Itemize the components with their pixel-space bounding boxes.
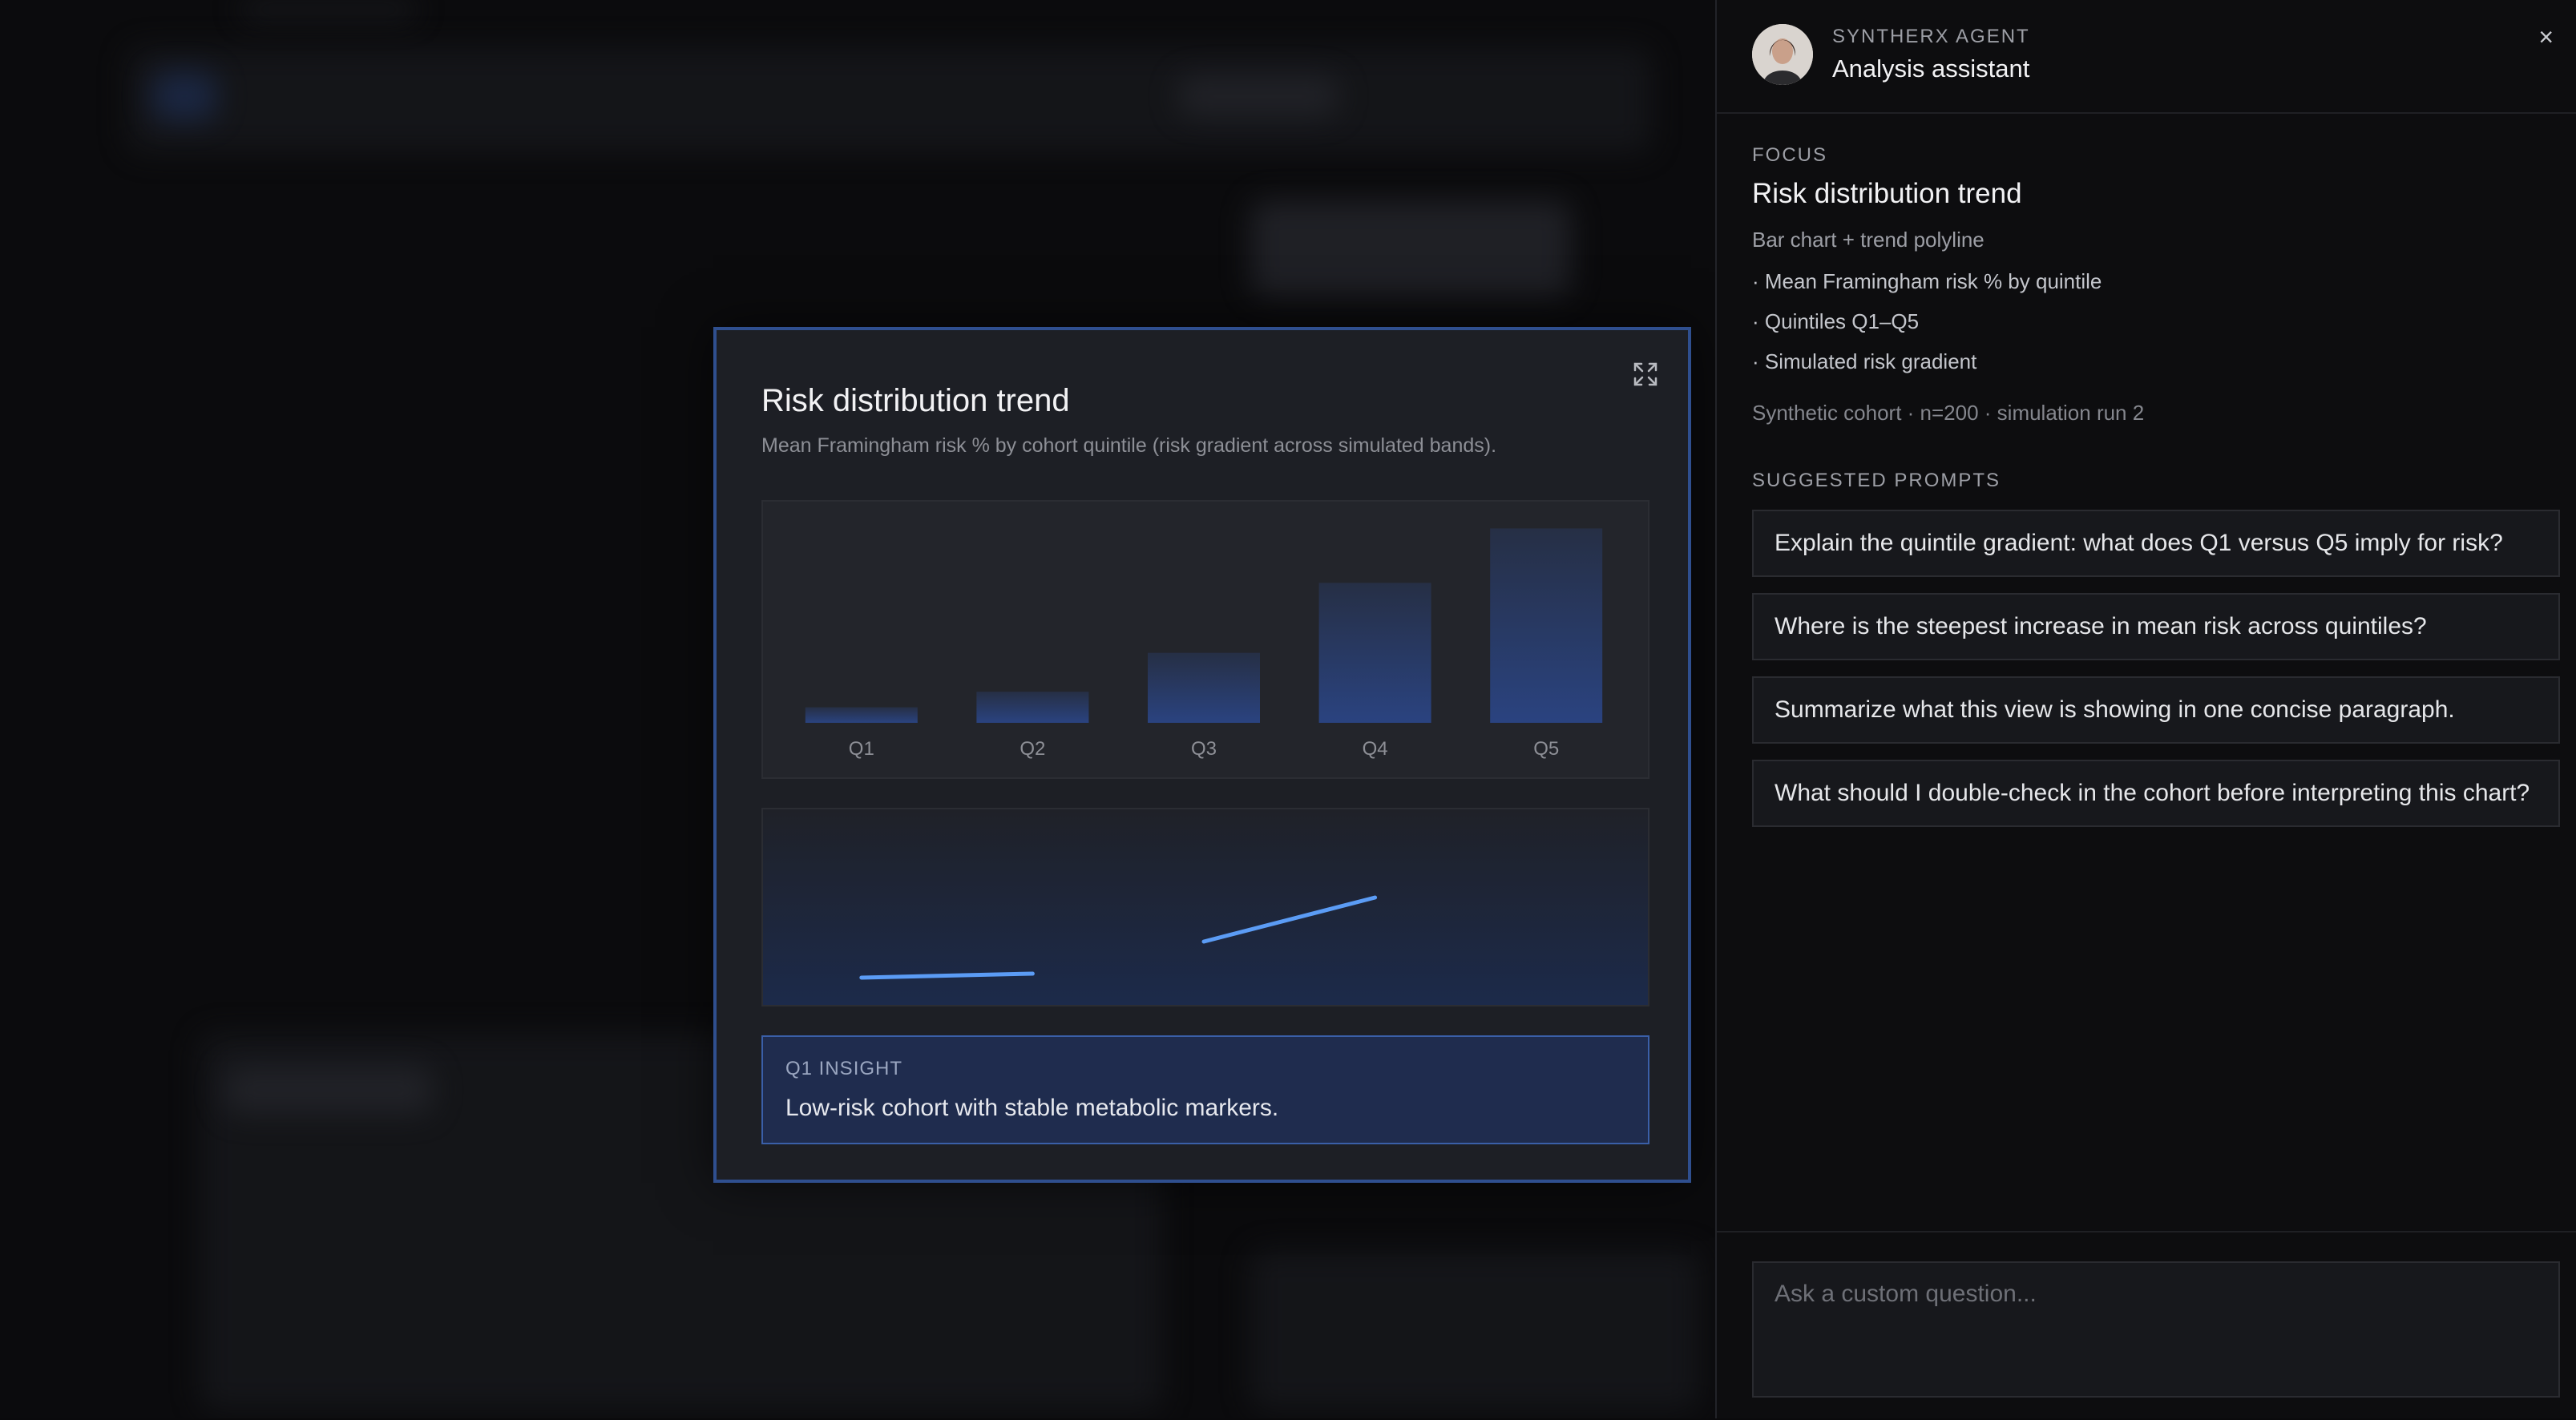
panel-header: SYNTHERX AGENT Analysis assistant × bbox=[1717, 0, 2576, 114]
bar-tick-label: Q5 bbox=[1533, 738, 1559, 760]
bar-q3[interactable] bbox=[1148, 652, 1260, 723]
modal-subtitle: Mean Framingham risk % by cohort quintil… bbox=[761, 434, 1497, 457]
suggested-prompt[interactable]: Where is the steepest increase in mean r… bbox=[1752, 593, 2560, 660]
suggested-prompt[interactable]: What should I double-check in the cohort… bbox=[1752, 760, 2560, 827]
bar-q1[interactable] bbox=[805, 707, 918, 723]
bar-tick-label: Q3 bbox=[1191, 738, 1217, 760]
bar-q4[interactable] bbox=[1318, 583, 1431, 723]
bg-blur bbox=[128, 48, 1651, 152]
focus-bullet: · Simulated risk gradient bbox=[1752, 349, 1977, 373]
prompts-label: SUGGESTED PROMPTS bbox=[1752, 470, 2001, 491]
bg-blur bbox=[1250, 1250, 1699, 1410]
focus-bullet: · Quintiles Q1–Q5 bbox=[1752, 309, 1920, 333]
bar-tick-label: Q1 bbox=[849, 738, 874, 760]
cohort-meta: Synthetic cohort · n=200 · simulation ru… bbox=[1752, 401, 2145, 425]
bg-blur bbox=[1178, 76, 1338, 116]
bg-blur bbox=[224, 1066, 433, 1114]
avatar bbox=[1752, 24, 1813, 85]
close-icon[interactable]: × bbox=[2538, 22, 2554, 52]
insight-label: Q1 INSIGHT bbox=[785, 1058, 903, 1079]
bar-q5[interactable] bbox=[1490, 528, 1603, 723]
assistant-panel: SYNTHERX AGENT Analysis assistant × FOCU… bbox=[1715, 0, 2576, 1418]
trend-chart bbox=[761, 808, 1649, 1007]
bg-blur bbox=[1250, 200, 1571, 297]
trend-segment-1 bbox=[859, 971, 1035, 980]
agent-name: Analysis assistant bbox=[1832, 54, 2030, 83]
panel-footer bbox=[1717, 1231, 2576, 1420]
trend-chart-svg bbox=[859, 895, 1378, 980]
suggested-prompt[interactable]: Explain the quintile gradient: what does… bbox=[1752, 510, 2560, 577]
bar-tick-label: Q2 bbox=[1019, 738, 1045, 760]
chart-modal: Risk distribution trend Mean Framingham … bbox=[713, 327, 1691, 1183]
custom-question-input[interactable] bbox=[1752, 1261, 2560, 1398]
focus-bullets: · Mean Framingham risk % by quintile · Q… bbox=[1752, 269, 2102, 389]
insight-text: Low-risk cohort with stable metabolic ma… bbox=[785, 1095, 1279, 1121]
bar-tick-label: Q4 bbox=[1363, 738, 1388, 760]
bar-chart-svg: Q1 Q2 Q3 Q4 Q5 bbox=[805, 528, 1603, 760]
suggested-prompt[interactable]: Summarize what this view is showing in o… bbox=[1752, 676, 2560, 744]
focus-bullet: · Mean Framingham risk % by quintile bbox=[1752, 269, 2102, 293]
bar-q2[interactable] bbox=[976, 692, 1089, 723]
modal-title: Risk distribution trend bbox=[761, 383, 1070, 418]
focus-label: FOCUS bbox=[1752, 144, 1827, 166]
bg-blur bbox=[240, 0, 417, 19]
agent-kicker: SYNTHERX AGENT bbox=[1832, 26, 2030, 47]
bg-blur bbox=[152, 72, 216, 120]
expand-icon[interactable] bbox=[1632, 361, 1659, 388]
bar-chart: Q1 Q2 Q3 Q4 Q5 bbox=[761, 500, 1649, 779]
focus-title: Risk distribution trend bbox=[1752, 178, 2022, 209]
focus-description: Bar chart + trend polyline bbox=[1752, 228, 1984, 252]
insight-card: Q1 INSIGHT Low-risk cohort with stable m… bbox=[761, 1035, 1649, 1144]
trend-segment-2 bbox=[1201, 895, 1378, 944]
